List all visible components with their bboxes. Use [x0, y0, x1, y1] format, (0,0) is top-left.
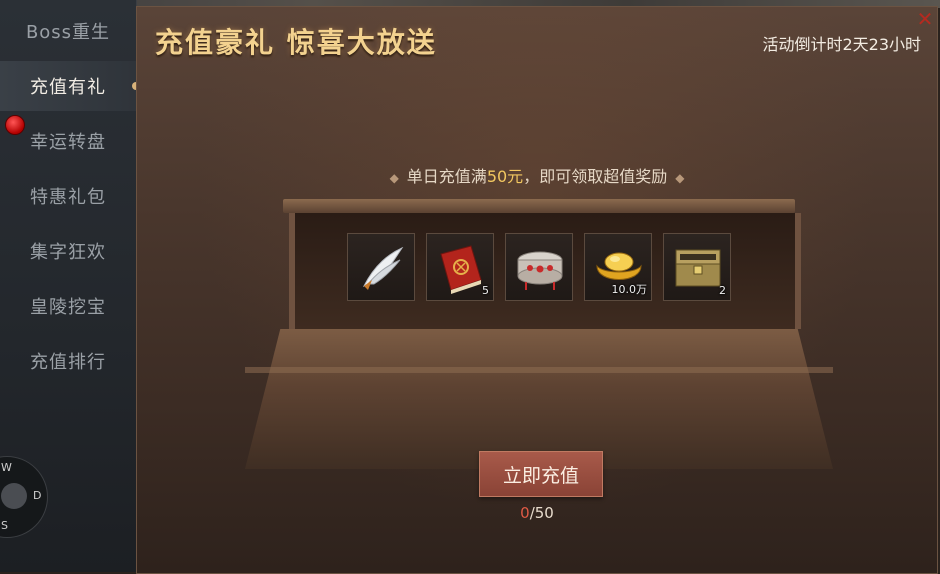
reward-count: 10.0万: [611, 283, 648, 296]
reward-count: 5: [482, 284, 489, 297]
hint-amount: 50元: [486, 167, 524, 186]
event-countdown: 活动倒计时2天23小时: [762, 35, 921, 54]
compass-d-label: D: [33, 489, 42, 502]
panel-title: 充值豪礼 惊喜大放送: [155, 26, 437, 59]
sidebar-item-recharge-gift[interactable]: 充值有礼: [0, 61, 140, 111]
chest-band: [245, 367, 833, 373]
sidebar-item-recharge-rank[interactable]: 充值排行: [0, 336, 136, 386]
sidebar-item-special-pack[interactable]: 特惠礼包: [0, 171, 136, 221]
joystick-knob[interactable]: [1, 483, 27, 509]
sidebar-item-boss-respawn[interactable]: Boss重生: [0, 6, 136, 56]
notification-dot-icon: [5, 115, 25, 135]
diamond-right-icon: ◆: [675, 171, 685, 185]
red-skill-book-icon: [440, 245, 482, 294]
chest-front: [245, 329, 833, 469]
jeweled-crown-icon: [517, 251, 563, 290]
close-icon[interactable]: ✕: [915, 9, 935, 29]
hint-suffix: ，即可领取超值奖励: [523, 167, 668, 186]
sidebar-item-word-collect[interactable]: 集字狂欢: [0, 226, 136, 276]
reward-slot-wing[interactable]: [347, 233, 415, 301]
recharge-now-button[interactable]: 立即充值: [479, 451, 603, 497]
compass-s-label: S: [1, 519, 8, 532]
treasure-chest-icon: [675, 249, 721, 287]
compass-w-label: W: [1, 461, 12, 474]
diamond-left-icon: ◆: [389, 171, 399, 185]
white-feather-wing-icon: [362, 246, 404, 290]
sidebar-item-tomb-treasure[interactable]: 皇陵挖宝: [0, 281, 136, 331]
hint-prefix: 单日充值满: [406, 167, 487, 186]
reward-slot-book[interactable]: 5: [426, 233, 494, 301]
reward-slot-chest[interactable]: 2: [663, 233, 731, 301]
reward-slot-crown[interactable]: [505, 233, 573, 301]
reward-count: 2: [719, 284, 726, 297]
reward-list: 5 10.0万 2: [347, 233, 731, 301]
progress-current: 0: [520, 504, 530, 522]
recharge-progress: 0/50: [137, 504, 937, 522]
progress-target: /50: [529, 504, 554, 522]
chest-lid: [283, 199, 795, 213]
recharge-hint: ◆ 单日充值满50元，即可领取超值奖励 ◆: [137, 163, 937, 187]
reward-slot-gold[interactable]: 10.0万: [584, 233, 652, 301]
recharge-gift-panel: 充值豪礼 惊喜大放送 活动倒计时2天23小时 ✕ ◆ 单日充值满50元，即可领取超…: [136, 6, 938, 574]
